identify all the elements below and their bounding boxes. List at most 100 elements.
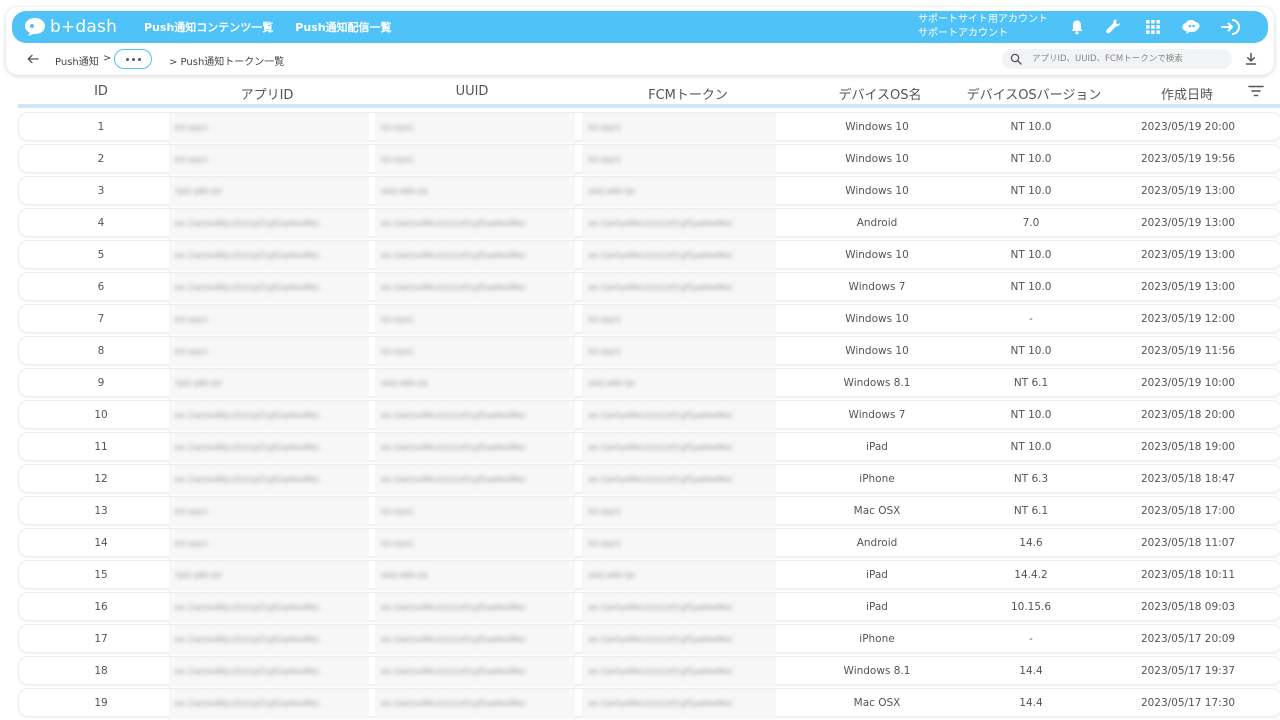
breadcrumb-push[interactable]: Push通知 — [55, 53, 99, 68]
cell-fcm-token-redacted: bd-app1 — [582, 305, 776, 334]
cell-fcm-token-redacted: bd-app1 — [582, 529, 776, 558]
cell-id: 16 — [94, 601, 108, 613]
cell-fcm-token-redacted: ee-2ae5ed8bcd2e1e01gf5ae6ed8bc — [582, 465, 776, 494]
sub-bar: Push通知 > > Push通知トークン一覧 — [6, 45, 1274, 73]
cell-id: 14 — [94, 537, 108, 549]
cell-os-name: Windows 10 — [845, 121, 909, 133]
cell-created-at: 2023/05/17 17:30 — [1140, 697, 1236, 709]
table-row[interactable]: 10 ee-2ae5ed8bcd2e1e01gf5ae6ed8bc ee-2ae5e… — [18, 400, 1280, 430]
column-header-os-name[interactable]: デバイスOS名 — [838, 84, 921, 103]
cell-id: 1 — [97, 121, 105, 133]
wrench-icon[interactable] — [1103, 16, 1125, 38]
table-row[interactable]: 15 ddd-d89-dd ddd-d89-dd ddd-d89-dd iPad 14.4… — [18, 560, 1280, 590]
table-body: 1 bd-app1 bd-app1 bd-app1 Windows 10 NT 10.0 2… — [18, 112, 1280, 720]
top-bar: b+dash Push通知コンテンツ一覧 Push通知配信一覧 サポートサイト用… — [12, 11, 1268, 43]
redacted-text: ee-2ae5ed8bcd2e1e01gf5ae6ed8bc — [588, 603, 734, 612]
redacted-text: bd-app1 — [588, 155, 622, 164]
breadcrumb-current: > Push通知トークン一覧 — [169, 57, 285, 68]
redacted-text: bd-app1 — [381, 507, 415, 516]
account-info[interactable]: サポートサイト用アカウント サポートアカウント — [918, 13, 1048, 41]
table-row[interactable]: 2 bd-app1 bd-app1 bd-app1 Windows 10 NT 10.0 2… — [18, 144, 1280, 174]
column-header-id[interactable]: ID — [94, 84, 108, 99]
cell-id: 13 — [94, 505, 108, 517]
cell-id: 12 — [94, 473, 108, 485]
cell-created-at: 2023/05/18 11:07 — [1140, 537, 1236, 549]
cell-os-version: NT 10.0 — [1010, 121, 1052, 133]
redacted-text: ee-2ae5ed8bcd2e1e01gf5ae6ed8bc — [588, 667, 734, 676]
cell-created-at: 2023/05/19 11:56 — [1140, 345, 1236, 357]
cell-app-id-redacted: ee-2ae5ed8bcd2e1e01gf5ae6ed8bc — [169, 273, 369, 302]
apps-grid-icon[interactable] — [1142, 16, 1164, 38]
cell-os-name: Mac OSX — [853, 697, 901, 709]
table-row[interactable]: 7 bd-app1 bd-app1 bd-app1 Windows 10 - 2023/05… — [18, 304, 1280, 334]
redacted-text: ee-2ae5ed8bcd2e1e01gf5ae6ed8bc — [381, 667, 527, 676]
cell-id: 11 — [94, 441, 108, 453]
redacted-text: bd-app1 — [588, 315, 622, 324]
cell-id: 9 — [97, 377, 105, 389]
table-row[interactable]: 8 bd-app1 bd-app1 bd-app1 Windows 10 NT 10.0 2… — [18, 336, 1280, 366]
cell-fcm-token-redacted: ee-2ae5ed8bcd2e1e01gf5ae6ed8bc — [582, 593, 776, 622]
table-row[interactable]: 1 bd-app1 bd-app1 bd-app1 Windows 10 NT 10.0 2… — [18, 112, 1280, 142]
redacted-text: ee-2ae5ed8bcd2e1e01gf5ae6ed8bc — [175, 603, 321, 612]
bell-icon[interactable] — [1066, 16, 1088, 38]
filter-icon[interactable] — [1248, 85, 1264, 97]
back-arrow-icon[interactable] — [26, 52, 40, 66]
cell-id: 17 — [94, 633, 108, 645]
redacted-text: ee-2ae5ed8bcd2e1e01gf5ae6ed8bc — [175, 219, 321, 228]
table-row[interactable]: 11 ee-2ae5ed8bcd2e1e01gf5ae6ed8bc ee-2ae5e… — [18, 432, 1280, 462]
column-header-os-version[interactable]: デバイスOSバージョン — [967, 84, 1102, 103]
cell-os-name: Windows 10 — [845, 345, 909, 357]
redacted-text: ee-2ae5ed8bcd2e1e01gf5ae6ed8bc — [588, 443, 734, 452]
cell-id: 2 — [97, 153, 105, 165]
cell-os-name: iPhone — [859, 633, 895, 645]
redacted-text: bd-app1 — [175, 507, 209, 516]
redacted-text: ee-2ae5ed8bcd2e1e01gf5ae6ed8bc — [381, 635, 527, 644]
logo-bubble-icon — [25, 18, 45, 36]
table-row[interactable]: 12 ee-2ae5ed8bcd2e1e01gf5ae6ed8bc ee-2ae5e… — [18, 464, 1280, 494]
redacted-text: bd-app1 — [588, 539, 622, 548]
column-header-app-id[interactable]: アプリID — [241, 84, 294, 103]
table-row[interactable]: 9 ddd-d89-dd ddd-d89-dd ddd-d89-dd Windows 8… — [18, 368, 1280, 398]
cell-app-id-redacted: ee-2ae5ed8bcd2e1e01gf5ae6ed8bc — [169, 625, 369, 654]
cell-uuid-redacted: ddd-d89-dd — [375, 561, 575, 590]
column-header-fcm-token[interactable]: FCMトークン — [648, 84, 728, 103]
cell-fcm-token-redacted: ee-2ae5ed8bcd2e1e01gf5ae6ed8bc — [582, 209, 776, 238]
table-row[interactable]: 19 ee-2ae5ed8bcd2e1e01gf5ae6ed8bc ee-2ae5e… — [18, 688, 1280, 718]
breadcrumb-more-button[interactable] — [114, 49, 152, 69]
cell-os-version: NT 10.0 — [1010, 441, 1052, 453]
table-row[interactable]: 14 bd-app1 bd-app1 bd-app1 Android 14.6 2023/0… — [18, 528, 1280, 558]
cell-os-name: Windows 10 — [845, 185, 909, 197]
cell-os-name: Windows 8.1 — [843, 665, 911, 677]
cell-os-version: 14.4 — [1019, 665, 1043, 677]
redacted-text: bd-app1 — [588, 347, 622, 356]
redacted-text: ee-2ae5ed8bcd2e1e01gf5ae6ed8bc — [175, 667, 321, 676]
cell-app-id-redacted: ee-2ae5ed8bcd2e1e01gf5ae6ed8bc — [169, 401, 369, 430]
cell-os-version: 14.6 — [1019, 537, 1043, 549]
table-row[interactable]: 4 ee-2ae5ed8bcd2e1e01gf5ae6ed8bc ee-2ae5ed… — [18, 208, 1280, 238]
table-row[interactable]: 18 ee-2ae5ed8bcd2e1e01gf5ae6ed8bc ee-2ae5e… — [18, 656, 1280, 686]
table-row[interactable]: 17 ee-2ae5ed8bcd2e1e01gf5ae6ed8bc ee-2ae5e… — [18, 624, 1280, 654]
table-row[interactable]: 3 ddd-d89-dd ddd-d89-dd ddd-d89-dd Windows 1… — [18, 176, 1280, 206]
nav-push-contents[interactable]: Push通知コンテンツ一覧 — [144, 19, 273, 35]
column-header-created-at[interactable]: 作成日時 — [1161, 84, 1213, 103]
ai-brain-icon[interactable] — [1180, 16, 1202, 38]
account-site: サポートサイト用アカウント — [918, 14, 1048, 25]
table-row[interactable]: 6 ee-2ae5ed8bcd2e1e01gf5ae6ed8bc ee-2ae5ed… — [18, 272, 1280, 302]
table-row[interactable]: 5 ee-2ae5ed8bcd2e1e01gf5ae6ed8bc ee-2ae5ed… — [18, 240, 1280, 270]
cell-uuid-redacted: ee-2ae5ed8bcd2e1e01gf5ae6ed8bc — [375, 657, 575, 686]
cell-os-name: iPad — [866, 441, 888, 453]
download-icon[interactable] — [1244, 52, 1258, 66]
cell-uuid-redacted: bd-app1 — [375, 145, 575, 174]
column-header-uuid[interactable]: UUID — [456, 84, 489, 99]
cell-os-version: NT 10.0 — [1010, 409, 1052, 421]
search-input[interactable] — [1032, 51, 1222, 67]
table-row[interactable]: 13 bd-app1 bd-app1 bd-app1 Mac OSX NT 6.1 2023… — [18, 496, 1280, 526]
cell-os-name: iPhone — [859, 473, 895, 485]
logout-icon[interactable] — [1219, 16, 1241, 38]
cell-fcm-token-redacted: ee-2ae5ed8bcd2e1e01gf5ae6ed8bc — [582, 657, 776, 686]
table-row[interactable]: 16 ee-2ae5ed8bcd2e1e01gf5ae6ed8bc ee-2ae5e… — [18, 592, 1280, 622]
cell-fcm-token-redacted: bd-app1 — [582, 497, 776, 526]
nav-push-deliveries[interactable]: Push通知配信一覧 — [295, 19, 391, 35]
redacted-text: ee-2ae5ed8bcd2e1e01gf5ae6ed8bc — [175, 411, 321, 420]
logo[interactable]: b+dash — [24, 17, 124, 37]
